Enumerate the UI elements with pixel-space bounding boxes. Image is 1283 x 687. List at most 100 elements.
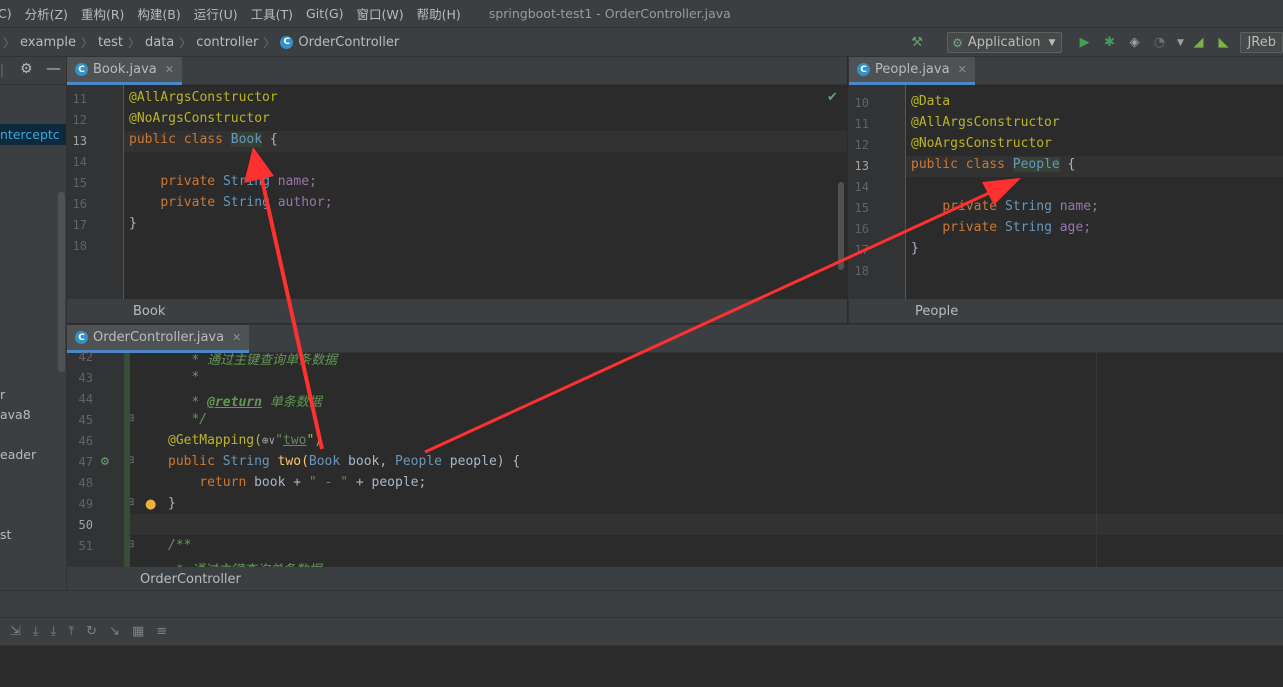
jrebel-select[interactable]: JReb — [1240, 32, 1283, 53]
line-number: 11 — [72, 92, 87, 106]
current-line-highlight — [67, 514, 1283, 535]
download-icon[interactable]: ⤓ — [51, 624, 57, 639]
code-line: public class Book { — [129, 132, 278, 147]
line-number: 18 — [72, 239, 87, 253]
globe-icon[interactable]: ⊕∨ — [262, 434, 275, 447]
tab-book-java[interactable]: C Book.java ✕ — [67, 57, 182, 85]
project-tree-item[interactable]: nterceptc — [0, 127, 60, 142]
spring-endpoint-icon[interactable]: ⚙ — [100, 455, 110, 468]
minimize-icon[interactable]: — — [46, 59, 61, 77]
line-number: 11 — [854, 117, 869, 131]
change-marker — [124, 353, 130, 567]
coverage-icon[interactable]: ◈ — [1126, 35, 1142, 51]
breadcrumb-item-test[interactable]: test — [98, 35, 123, 50]
jrebel-run-icon[interactable]: ◢ — [1190, 35, 1206, 51]
breadcrumb-item-controller[interactable]: controller — [196, 35, 258, 50]
line-number: 15 — [854, 201, 869, 215]
code-line: @AllArgsConstructor — [129, 90, 278, 105]
build-hammer-icon[interactable]: ⚒ — [909, 35, 925, 51]
keyword: private — [160, 195, 216, 210]
keyword: private — [942, 199, 998, 214]
project-tree-item[interactable]: ava8 — [0, 407, 31, 422]
project-tree-item[interactable]: eader — [0, 447, 36, 462]
code-line: @GetMapping(⊕∨"two") — [168, 433, 322, 448]
bottom-panel-header — [0, 590, 1283, 617]
type-name: String — [1004, 220, 1052, 235]
gear-icon[interactable]: ⚙ — [20, 61, 33, 77]
keyword: private — [942, 220, 998, 235]
code-line: @AllArgsConstructor — [911, 115, 1060, 130]
line-number: 18 — [854, 264, 869, 278]
tool-icon[interactable]: ⇲ — [10, 624, 21, 639]
debug-icon[interactable]: ✱ — [1101, 35, 1117, 51]
project-tree-item[interactable]: r — [0, 387, 5, 402]
comment: /** — [168, 538, 192, 553]
menu-item-refactor[interactable]: 重构(R) — [81, 4, 124, 23]
close-icon[interactable]: ✕ — [958, 63, 967, 76]
project-scrollbar[interactable] — [58, 192, 65, 372]
breadcrumb-separator-icon: | — [0, 63, 5, 77]
class-icon: C — [75, 63, 88, 76]
comment: * 通过主键查询单条数据 — [183, 353, 338, 368]
upload-icon[interactable]: ⤒ — [68, 624, 74, 639]
right-margin-guide — [1096, 353, 1097, 567]
keyword: return — [199, 475, 247, 490]
expression: + people; — [348, 475, 427, 490]
tab-label: People.java — [875, 62, 950, 77]
footer-label: People — [915, 303, 959, 319]
menu-item-analyze[interactable]: 分析(Z) — [25, 4, 68, 23]
class-name[interactable]: Book — [230, 132, 263, 147]
breadcrumb-separator-icon: 〉 — [263, 35, 276, 50]
run-toolbar: ⚒ ⚙ Application ▼ ▶ ✱ ◈ ◔ ▼ ◢ ◣ JReb — [909, 28, 1283, 57]
jrebel-debug-icon[interactable]: ◣ — [1215, 35, 1231, 51]
table-icon[interactable]: ▦ — [132, 624, 144, 639]
menu-item-help[interactable]: 帮助(H) — [417, 4, 461, 23]
line-number: 16 — [854, 222, 869, 236]
string-literal[interactable]: two — [283, 433, 306, 448]
gutter-divider — [905, 85, 906, 299]
editor-scrollbar[interactable] — [838, 182, 844, 270]
close-icon[interactable]: ✕ — [232, 331, 241, 344]
line-number-gutter: 42 43 44 45 46 47 48 49 50 51 — [67, 350, 124, 567]
lightbulb-icon[interactable]: ● — [145, 497, 156, 512]
download-icon[interactable]: ⤓ — [33, 624, 39, 639]
menu-item-code[interactable]: C) — [0, 6, 12, 21]
gutter-divider — [123, 85, 124, 299]
project-tool-window: | ⚙ — nterceptc r ava8 eader st — [0, 57, 67, 590]
code-line: /** — [168, 538, 191, 553]
type-name: String — [1004, 199, 1052, 214]
project-tree-item[interactable]: st — [0, 527, 11, 542]
tab-people-java[interactable]: C People.java ✕ — [849, 57, 975, 85]
breadcrumb-item-example[interactable]: example — [20, 35, 76, 50]
chevron-down-icon[interactable]: ▼ — [1176, 35, 1184, 51]
annotation: @Data — [911, 94, 951, 109]
rerun-icon[interactable]: ↻ — [86, 624, 97, 639]
breadcrumb-item-data[interactable]: data — [145, 35, 174, 50]
menu-item-run[interactable]: 运行(U) — [194, 4, 238, 23]
type-name: Book — [308, 454, 341, 469]
menu-item-build[interactable]: 构建(B) — [137, 4, 180, 23]
breadcrumb-item-ordercontroller[interactable]: C OrderController — [280, 35, 399, 50]
step-icon[interactable]: ↘ — [109, 624, 120, 639]
menu-item-window[interactable]: 窗口(W) — [357, 4, 404, 23]
class-name[interactable]: People — [1012, 157, 1060, 172]
settings-icon[interactable]: ≡ — [156, 624, 167, 639]
run-configuration-label: Application — [967, 35, 1041, 50]
profile-icon[interactable]: ◔ — [1151, 35, 1167, 51]
code-line: } — [168, 496, 176, 511]
breadcrumb-separator-icon: 〉 — [127, 35, 140, 50]
line-number: 44 — [78, 392, 93, 406]
footer-label: OrderController — [140, 571, 241, 587]
field-name: name; — [277, 174, 317, 189]
run-configuration-select[interactable]: ⚙ Application ▼ — [947, 32, 1063, 53]
ordercontroller-editor: C OrderController.java ✕ 42 43 44 45 46 … — [67, 324, 1283, 590]
close-icon[interactable]: ✕ — [165, 63, 174, 76]
line-number: 14 — [854, 180, 869, 194]
parameter: book, — [340, 454, 396, 469]
menu-item-git[interactable]: Git(G) — [306, 6, 344, 21]
line-number: 46 — [78, 434, 93, 448]
run-icon[interactable]: ▶ — [1076, 35, 1092, 51]
menu-item-tools[interactable]: 工具(T) — [251, 4, 293, 23]
breadcrumb-current-label: OrderController — [298, 34, 400, 50]
code-line: private String name; — [129, 174, 317, 189]
